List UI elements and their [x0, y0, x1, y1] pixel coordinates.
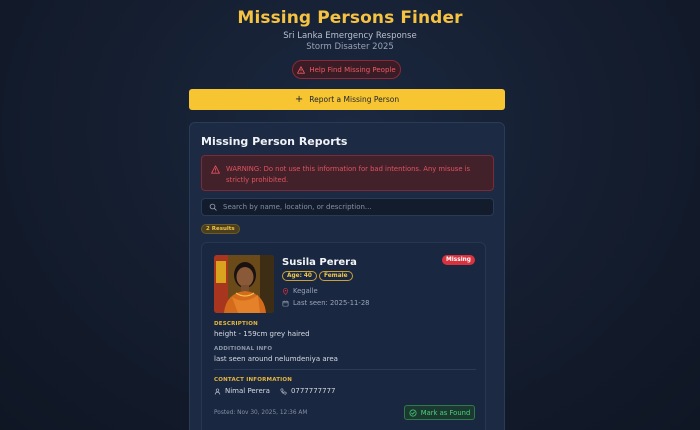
- location-text: Kegalle: [293, 287, 318, 295]
- last-seen-row: Last seen: 2025-11-28: [282, 299, 369, 307]
- calendar-icon: [282, 300, 289, 306]
- contact-row: Nimal Perera 0777777777: [214, 387, 335, 395]
- reports-panel: Missing Person Reports WARNING: Do not u…: [189, 122, 505, 430]
- age-tag: Age: 40: [282, 271, 317, 281]
- help-badge: Help Find Missing People: [292, 60, 401, 79]
- report-button-label: Report a Missing Person: [309, 95, 400, 104]
- page-title: Missing Persons Finder: [237, 8, 463, 28]
- phone-icon: [280, 388, 287, 394]
- map-pin-icon: [282, 287, 289, 295]
- person-card: Susila Perera Missing Age: 40 Female Keg…: [201, 242, 486, 430]
- mark-as-found-label: Mark as Found: [420, 408, 471, 417]
- location-row: Kegalle: [282, 287, 318, 295]
- description-text: height - 159cm grey haired: [214, 330, 310, 338]
- search-input[interactable]: [223, 203, 483, 211]
- posted-timestamp: Posted: Nov 30, 2025, 12:36 AM: [214, 410, 308, 416]
- contact-phone-item[interactable]: 0777777777: [280, 387, 336, 395]
- search-icon: [209, 203, 217, 211]
- warning-banner: WARNING: Do not use this information for…: [201, 155, 494, 191]
- last-seen-text: Last seen: 2025-11-28: [293, 299, 370, 307]
- gender-tag: Female: [319, 271, 353, 281]
- additional-info-label: ADDITIONAL INFO: [214, 346, 273, 352]
- contact-person: Nimal Perera: [214, 387, 270, 395]
- plus-icon: +: [294, 93, 304, 105]
- results-count-badge: 2 Results: [201, 224, 240, 234]
- search-bar: [201, 198, 494, 216]
- check-circle-icon: [409, 408, 417, 417]
- divider: [214, 369, 476, 370]
- person-photo: [214, 255, 274, 313]
- contact-phone: 0777777777: [290, 387, 336, 395]
- additional-info-text: last seen around nelumdeniya area: [214, 355, 338, 363]
- mark-as-found-button[interactable]: Mark as Found: [404, 405, 475, 420]
- warning-triangle-icon: [211, 165, 220, 174]
- status-badge: Missing: [442, 255, 475, 265]
- person-name: Susila Perera: [282, 257, 357, 268]
- help-badge-label: Help Find Missing People: [309, 65, 396, 74]
- description-label: DESCRIPTION: [214, 321, 258, 327]
- warning-triangle-icon: [297, 65, 306, 74]
- page-subtitle-secondary: Storm Disaster 2025: [306, 42, 394, 52]
- contact-label: CONTACT INFORMATION: [214, 377, 293, 383]
- page: Missing Persons Finder Sri Lanka Emergen…: [0, 0, 700, 430]
- contact-name: Nimal Perera: [225, 387, 270, 395]
- warning-text: WARNING: Do not use this information for…: [226, 165, 471, 184]
- reports-title: Missing Person Reports: [201, 135, 348, 148]
- report-missing-person-button[interactable]: + Report a Missing Person: [189, 89, 505, 110]
- page-subtitle: Sri Lanka Emergency Response: [283, 31, 417, 41]
- user-icon: [214, 388, 221, 395]
